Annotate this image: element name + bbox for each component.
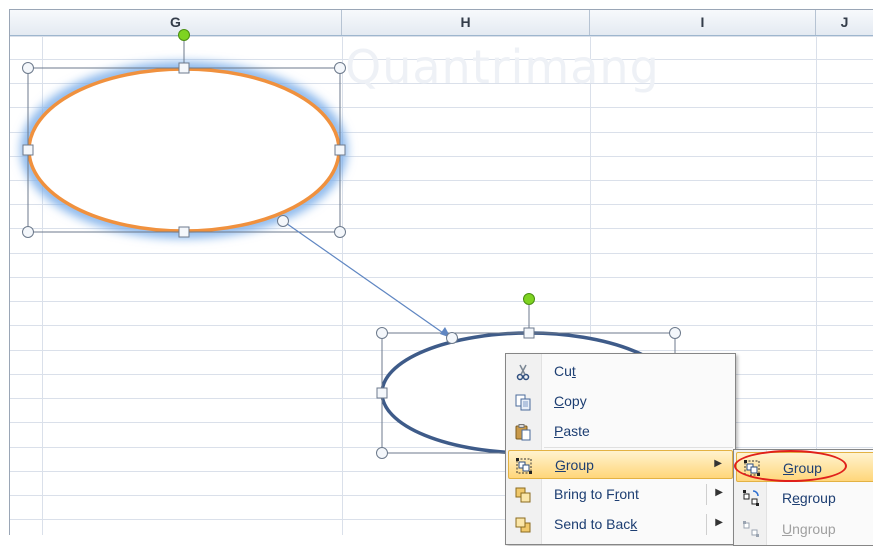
resize-handle-top-tl[interactable]	[22, 62, 34, 74]
submenu-arrow-icon: ▶	[714, 458, 722, 469]
bring-to-front-icon	[515, 487, 531, 503]
menu-item-copy-label: Copy	[554, 393, 587, 409]
resize-handle-bottom-w[interactable]	[376, 387, 388, 399]
top-ellipse-shape[interactable]	[21, 62, 347, 238]
resize-handle-top-tr[interactable]	[334, 62, 346, 74]
split-divider	[706, 514, 707, 535]
submenu-item-regroup[interactable]: Regroup	[736, 483, 873, 513]
menu-item-copy[interactable]: Copy	[508, 387, 733, 416]
submenu-arrow-icon[interactable]: ▶	[715, 487, 723, 498]
connector-arrow[interactable]	[277, 215, 458, 344]
resize-handle-bottom-tr[interactable]	[669, 327, 681, 339]
connector-start-handle[interactable]	[277, 215, 289, 227]
group-icon	[516, 458, 532, 474]
paste-icon	[515, 424, 531, 441]
menu-item-send-to-back-label: Send to Back	[554, 516, 638, 532]
submenu-item-regroup-label: Regroup	[782, 490, 836, 506]
menu-item-group[interactable]: Group ▶	[508, 450, 733, 479]
resize-handle-top-bl[interactable]	[22, 226, 34, 238]
menu-item-paste-label: Paste	[554, 423, 590, 439]
menu-item-group-label: Group	[555, 457, 594, 473]
annotation-circle	[734, 450, 847, 482]
resize-handle-bottom-tl[interactable]	[376, 327, 388, 339]
connector-line[interactable]	[282, 220, 447, 336]
rotate-handle-bottom[interactable]	[523, 293, 535, 305]
menu-item-cut-label: Cut	[554, 363, 576, 379]
menu-item-bring-to-front[interactable]: Bring to Front ▶	[508, 480, 733, 509]
resize-handle-bottom-n[interactable]	[523, 327, 535, 339]
regroup-icon	[743, 490, 759, 506]
send-to-back-icon	[515, 517, 531, 533]
menu-item-bring-to-front-label: Bring to Front	[554, 486, 639, 502]
resize-handle-top-n[interactable]	[178, 62, 190, 74]
rotate-handle-top[interactable]	[178, 29, 190, 41]
resize-handle-top-e[interactable]	[334, 144, 346, 156]
resize-handle-top-br[interactable]	[334, 226, 346, 238]
menu-separator	[544, 447, 733, 448]
split-divider	[706, 484, 707, 505]
menu-item-paste[interactable]: Paste	[508, 417, 733, 446]
top-ellipse[interactable]	[27, 67, 341, 233]
scissors-icon	[516, 364, 530, 381]
copy-icon	[515, 394, 531, 411]
resize-handle-top-s[interactable]	[178, 226, 190, 238]
context-menu: Cut Copy Paste Group ▶ Bring to Front ▶ …	[505, 353, 736, 545]
menu-item-cut[interactable]: Cut	[508, 357, 733, 386]
connector-end-handle[interactable]	[446, 332, 458, 344]
submenu-item-ungroup[interactable]: Ungroup	[736, 514, 873, 544]
submenu-arrow-icon[interactable]: ▶	[715, 517, 723, 528]
resize-handle-bottom-bl[interactable]	[376, 447, 388, 459]
ungroup-icon	[743, 521, 759, 537]
resize-handle-top-w[interactable]	[22, 144, 34, 156]
